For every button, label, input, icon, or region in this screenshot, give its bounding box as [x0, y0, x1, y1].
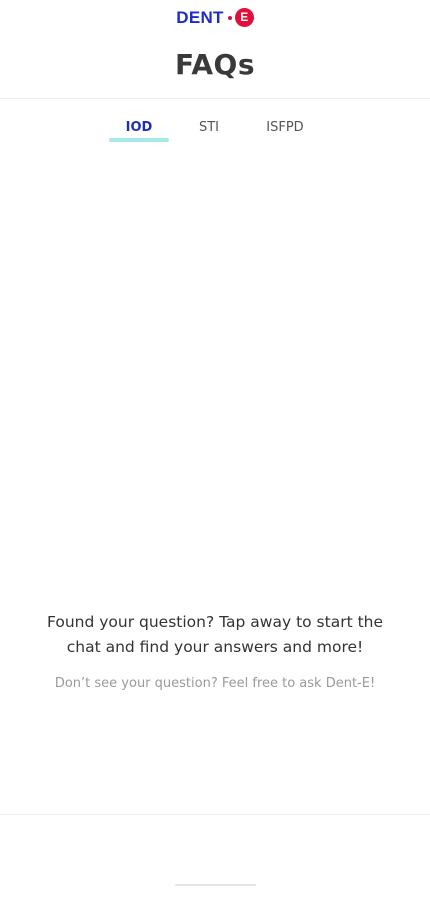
- logo-dot: [227, 15, 232, 20]
- tab-sti[interactable]: STI: [179, 114, 239, 144]
- faq-tabs: IOD STI ISFPD: [0, 114, 430, 146]
- logo-badge: E: [234, 8, 254, 27]
- tab-label: STI: [198, 120, 220, 135]
- active-tab-indicator: [109, 138, 169, 142]
- page-title: FAQs: [174, 48, 256, 81]
- tab-label: ISFPD: [266, 120, 304, 135]
- home-indicator: [175, 884, 256, 886]
- tab-isfpd[interactable]: ISFPD: [255, 114, 315, 144]
- tab-label: IOD: [125, 120, 153, 135]
- faq-prompt-message: Found your question? Tap away to start t…: [46, 613, 384, 656]
- app-header: DENT E FAQs: [0, 0, 430, 99]
- bottom-divider: [0, 814, 430, 815]
- ask-dent-e-hint: Don’t see your question? Feel free to as…: [54, 676, 376, 691]
- logo-wordmark: DENT: [176, 7, 224, 27]
- dent-e-logo: DENT E: [0, 7, 430, 29]
